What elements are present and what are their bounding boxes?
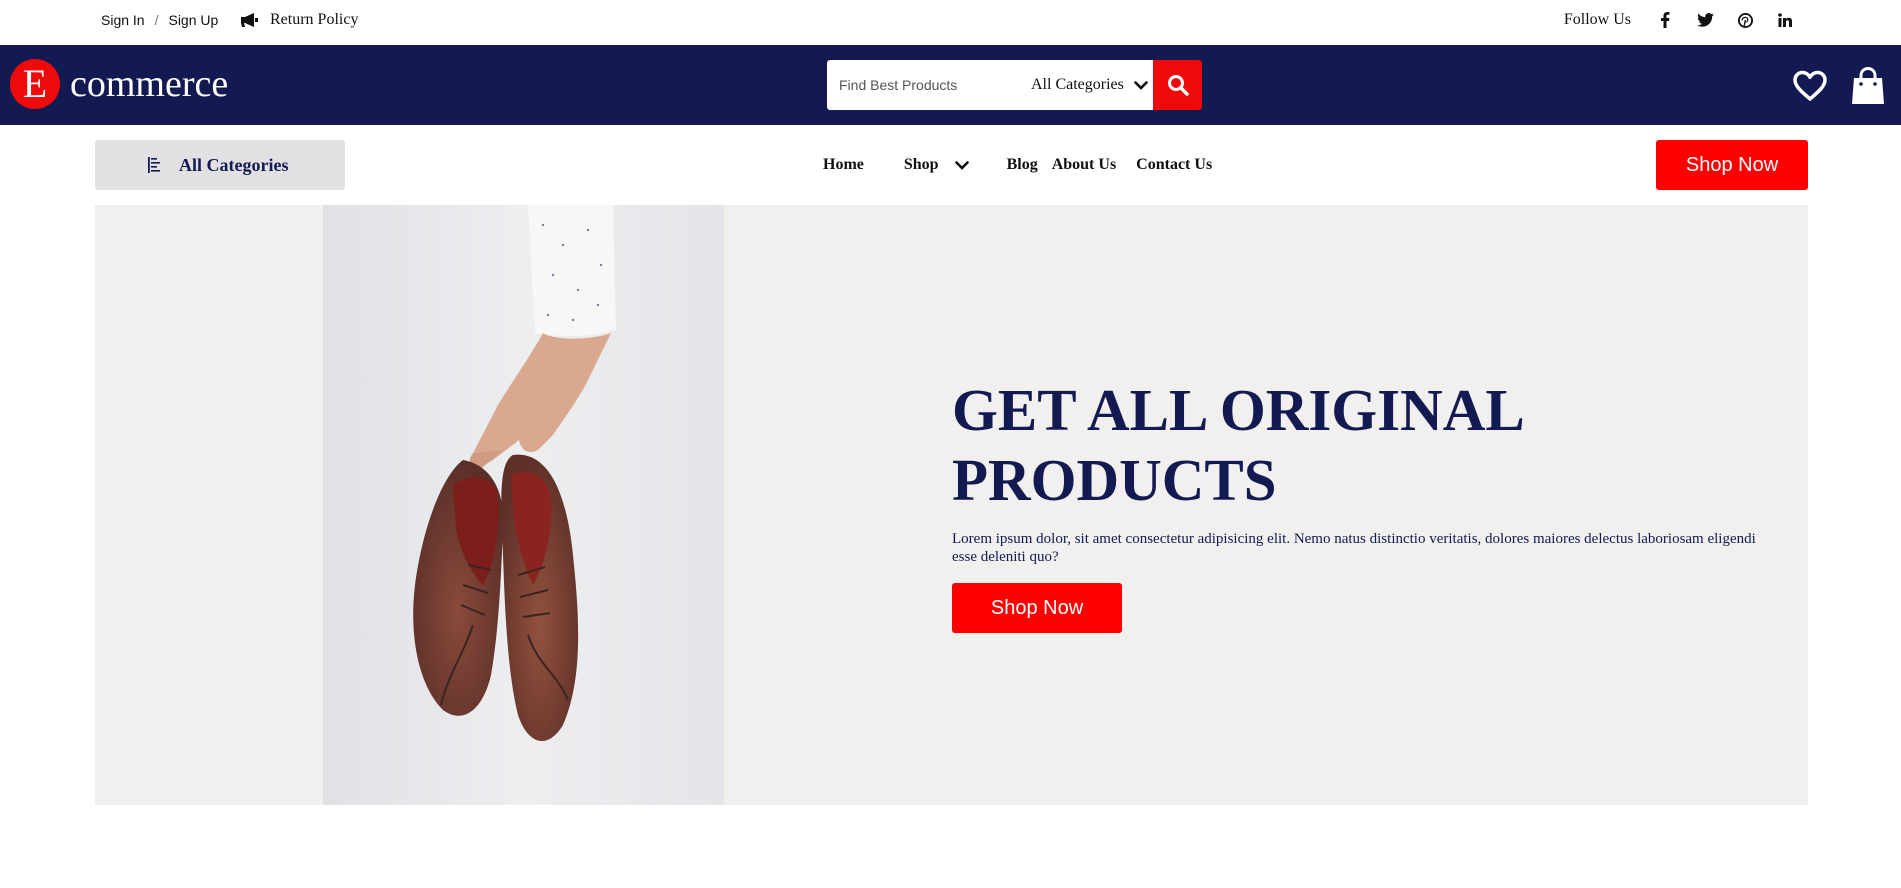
nav-contact-us[interactable]: Contact Us xyxy=(1136,156,1212,174)
all-categories-label: All Categories xyxy=(179,154,289,175)
hero-banner: GET ALL ORIGINAL PRODUCTS Lorem ipsum do… xyxy=(95,205,1808,805)
search-button[interactable] xyxy=(1153,60,1202,110)
header-shop-now-button[interactable]: Shop Now xyxy=(1656,140,1808,190)
logo-text: commerce xyxy=(70,63,229,105)
nav-shop-label: Shop xyxy=(903,156,939,173)
search-box: All Categories xyxy=(827,60,1153,110)
hero-description: Lorem ipsum dolor, sit amet consectetur … xyxy=(952,531,1756,565)
return-policy-label: Return Policy xyxy=(270,11,359,28)
nav-blog[interactable]: Blog xyxy=(1007,156,1038,174)
search-icon xyxy=(1167,75,1189,96)
main-header: E commerce All Categories xyxy=(0,45,1901,125)
follow-us: Follow Us xyxy=(1564,0,1805,40)
chevron-down-icon xyxy=(1134,80,1148,90)
category-select[interactable]: All Categories xyxy=(1031,76,1148,94)
nav-about-us[interactable]: About Us xyxy=(1052,156,1116,174)
social-links xyxy=(1645,0,1805,40)
category-select-value: All Categories xyxy=(1031,76,1124,93)
search-input[interactable] xyxy=(837,76,1021,94)
shopping-bag-icon[interactable] xyxy=(1845,63,1891,109)
header-icons xyxy=(1775,63,1891,109)
list-icon xyxy=(148,157,160,173)
logo-badge: E xyxy=(10,59,60,109)
site-logo[interactable]: E commerce xyxy=(10,59,228,109)
sign-up-link[interactable]: Sign Up xyxy=(168,12,218,28)
hero-image xyxy=(323,205,724,805)
nav-home[interactable]: Home xyxy=(823,156,864,174)
top-utility-bar: Sign In / Sign Up Return Policy Follow U… xyxy=(0,0,1901,45)
follow-us-label: Follow Us xyxy=(1563,11,1631,28)
sign-in-link[interactable]: Sign In xyxy=(101,12,145,28)
auth-links: Sign In / Sign Up xyxy=(101,0,218,40)
megaphone-icon xyxy=(241,13,258,27)
facebook-icon[interactable] xyxy=(1645,0,1685,40)
return-policy-link[interactable]: Return Policy xyxy=(240,0,358,40)
chevron-down-icon xyxy=(954,160,969,170)
pinterest-icon[interactable] xyxy=(1725,0,1765,40)
linkedin-icon[interactable] xyxy=(1765,0,1805,40)
all-categories-button[interactable]: All Categories xyxy=(95,140,345,190)
hero-heading: GET ALL ORIGINAL PRODUCTS xyxy=(952,377,1522,513)
main-nav: Home Shop Blog About Us Contact Us xyxy=(823,140,1212,190)
nav-shop[interactable]: Shop xyxy=(904,156,969,174)
search-bar: All Categories xyxy=(827,60,1202,110)
auth-separator: / xyxy=(154,12,159,28)
twitter-icon[interactable] xyxy=(1685,0,1725,40)
heart-icon[interactable] xyxy=(1787,63,1833,109)
hero-shop-now-button[interactable]: Shop Now xyxy=(952,583,1122,633)
